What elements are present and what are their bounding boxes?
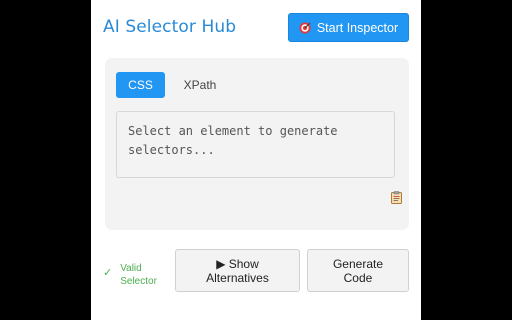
status-badge: ✓ Valid Selector <box>103 262 160 288</box>
target-icon <box>299 22 311 34</box>
selector-output[interactable]: Select an element to generate selectors.… <box>116 111 395 178</box>
status-line-1: Valid <box>120 263 142 274</box>
start-inspector-button[interactable]: Start Inspector <box>288 13 409 42</box>
show-alternatives-line-1: ▶ Show <box>216 256 259 271</box>
selector-type-tabs: CSS XPath <box>116 72 233 98</box>
check-icon: ✓ <box>103 267 113 279</box>
show-alternatives-line-2: Alternatives <box>206 270 269 285</box>
generate-code-line-2: Code <box>343 270 373 285</box>
extension-panel: AI Selector Hub Start Inspector CSS XPat… <box>91 0 421 320</box>
selector-card: CSS XPath Select an element to generate … <box>105 58 409 230</box>
status-text: Valid Selector <box>120 262 160 288</box>
show-alternatives-button[interactable]: ▶ Show Alternatives <box>175 249 300 292</box>
generate-code-line-1: Generate <box>332 256 384 271</box>
status-line-2: Selector <box>120 276 157 287</box>
tab-xpath[interactable]: XPath <box>167 72 233 98</box>
generate-code-button[interactable]: Generate Code <box>307 249 409 292</box>
app-title: AI Selector Hub <box>103 17 237 37</box>
tab-css[interactable]: CSS <box>116 72 165 98</box>
show-alternatives-label: ▶ Show Alternatives <box>206 257 269 285</box>
start-inspector-label: Start Inspector <box>316 20 399 35</box>
clipboard-icon[interactable] <box>391 191 402 204</box>
generate-code-label: Generate Code <box>333 257 383 285</box>
